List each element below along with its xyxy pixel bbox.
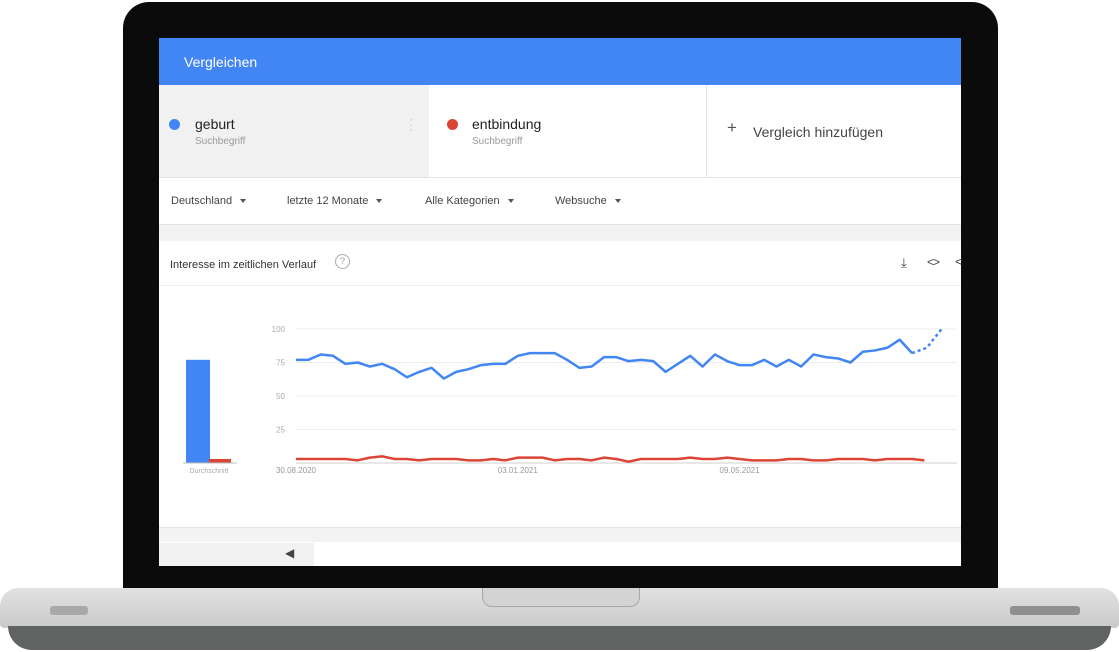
caret-down-icon xyxy=(240,199,247,204)
series-dot-icon xyxy=(447,119,458,130)
series-dot-icon xyxy=(169,119,180,130)
compare-header: Vergleichen xyxy=(159,38,961,85)
add-compare-label: Vergleich hinzufügen xyxy=(753,124,883,140)
laptop-foot-right xyxy=(1010,606,1080,615)
term-card-entbindung[interactable]: entbindung Suchbegriff xyxy=(429,85,707,177)
average-bar-geburt xyxy=(186,359,210,463)
y-tick-label: 100 xyxy=(272,325,286,334)
search-type-select[interactable]: Websuche xyxy=(555,195,621,207)
time-select[interactable]: letzte 12 Monate xyxy=(287,195,383,207)
time-value: letzte 12 Monate xyxy=(287,195,369,207)
term-name: entbindung xyxy=(472,116,542,132)
laptop-foot-left xyxy=(50,606,88,615)
header-title: Vergleichen xyxy=(184,54,258,70)
filter-bar: Deutschland letzte 12 Monate Alle Katego… xyxy=(159,178,961,225)
average-bar-entbindung xyxy=(209,458,231,463)
term-name: geburt xyxy=(195,116,235,132)
term-type: Suchbegriff xyxy=(472,136,523,147)
search-terms-row: geburt Suchbegriff · · · entbindung Suchbe… xyxy=(159,85,961,178)
region-select[interactable]: Deutschland xyxy=(171,195,247,207)
laptop-base-shadow xyxy=(8,626,1111,650)
more-vert-icon[interactable]: · · · xyxy=(409,113,413,135)
interest-chart: 100 75 50 25 30.08.2020 03.01.2021 09.05.2021 D… xyxy=(183,325,957,475)
laptop-notch xyxy=(482,588,640,607)
series-partial-geburt xyxy=(911,328,943,355)
caret-down-icon xyxy=(614,199,621,204)
category-value: Alle Kategorien xyxy=(425,195,500,207)
term-card-geburt[interactable]: geburt Suchbegriff · · · xyxy=(159,85,429,177)
y-tick-label: 25 xyxy=(276,426,285,435)
trends-screen: Vergleichen geburt Suchbegriff · · · entbi… xyxy=(159,38,961,566)
x-tick-label: 30.08.2020 xyxy=(276,466,317,475)
section-gap-bottom xyxy=(159,528,961,542)
search-type-value: Websuche xyxy=(555,195,607,207)
y-tick-label: 50 xyxy=(276,392,285,401)
series-line-geburt xyxy=(296,338,913,380)
region-value: Deutschland xyxy=(171,195,233,207)
interest-over-time-card: Interesse im zeitlichen Verlauf ? ⤓ <> <… xyxy=(159,241,961,528)
term-type: Suchbegriff xyxy=(195,136,246,147)
caret-down-icon xyxy=(376,199,383,204)
y-tick-label: 75 xyxy=(276,359,285,368)
series-line-entbindung xyxy=(296,455,925,463)
caret-down-icon xyxy=(507,199,514,204)
x-tick-label: 09.05.2021 xyxy=(720,466,761,475)
average-label: Durchschnitt xyxy=(190,468,229,475)
x-tick-label: 03.01.2021 xyxy=(498,466,539,475)
section-gap xyxy=(159,225,961,241)
add-compare-button[interactable]: + Vergleich hinzufügen xyxy=(707,85,961,177)
chevron-left-icon[interactable]: ◀ xyxy=(285,546,294,560)
plus-icon: + xyxy=(727,118,737,137)
category-select[interactable]: Alle Kategorien xyxy=(425,195,514,207)
